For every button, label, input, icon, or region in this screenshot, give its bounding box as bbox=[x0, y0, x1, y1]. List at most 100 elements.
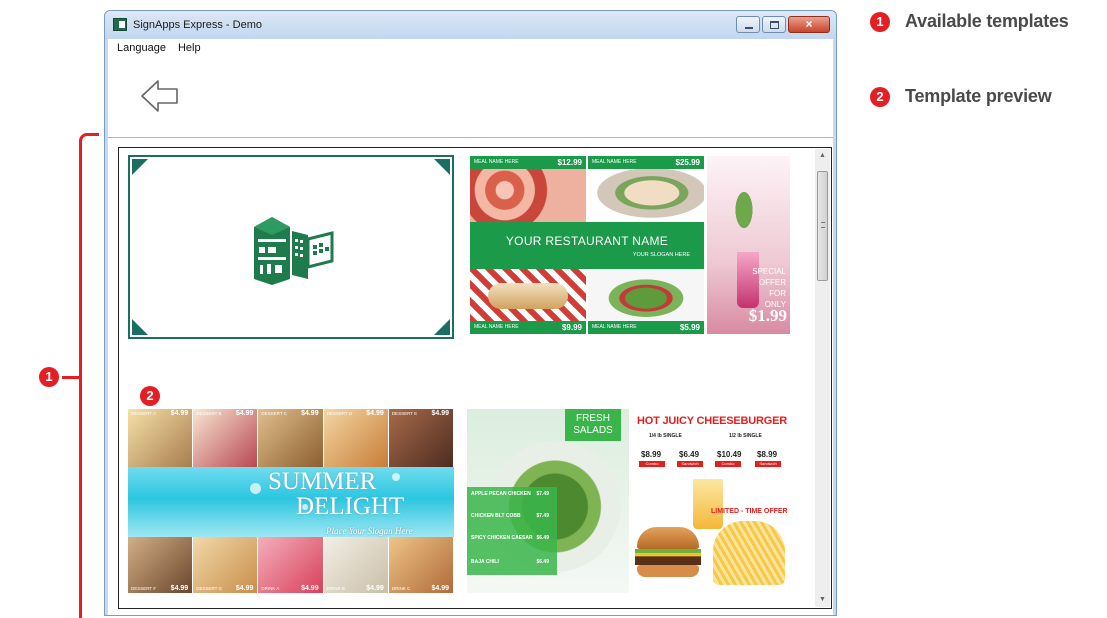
menu-language[interactable]: Language bbox=[117, 39, 166, 57]
dessert-price: $4.99 bbox=[431, 410, 450, 417]
scroll-down-icon[interactable]: ▼ bbox=[815, 593, 830, 607]
dessert-label: DRINK B bbox=[326, 586, 345, 591]
window-controls: × bbox=[736, 16, 830, 33]
juice-glass bbox=[693, 479, 723, 529]
legend-template-preview: Template preview bbox=[905, 86, 1052, 106]
burger-size: 1/4 lb SINGLE bbox=[649, 433, 682, 439]
meal-band: MEAL NAME HERE $12.99 bbox=[470, 156, 586, 169]
limited-time-offer: LIMITED - TIME OFFER bbox=[711, 508, 788, 515]
vertical-scrollbar[interactable]: ▲ ▼ bbox=[815, 149, 830, 607]
corner-mark bbox=[132, 159, 148, 175]
burger-title: HOT JUICY CHEESEBURGER bbox=[636, 415, 788, 427]
dessert-label: DRINK A bbox=[261, 586, 280, 591]
salad-menu-item: SPICY CHICKEN CAESAR $6.49 bbox=[471, 535, 549, 541]
meal-price: $12.99 bbox=[557, 158, 582, 167]
maximize-icon bbox=[770, 21, 779, 29]
close-button[interactable]: × bbox=[788, 16, 830, 33]
dessert-price: $4.99 bbox=[301, 410, 319, 417]
templates-bracket-tick bbox=[62, 376, 80, 379]
title-bar[interactable]: SignApps Express - Demo × bbox=[105, 11, 836, 39]
back-arrow-icon bbox=[141, 80, 178, 112]
maximize-button[interactable] bbox=[762, 16, 786, 33]
dessert-label: DESSERT B bbox=[196, 411, 222, 416]
food-photo-pizza bbox=[470, 169, 586, 222]
special-offer-price: $1.99 bbox=[748, 306, 787, 325]
special-offer-text: SPECIAL OFFER FOR ONLY bbox=[742, 266, 786, 310]
dessert-label: DESSERT G bbox=[196, 586, 223, 591]
corner-mark bbox=[434, 159, 450, 175]
bubble bbox=[250, 483, 261, 494]
food-photo-salad bbox=[588, 269, 704, 322]
dessert-price: $4.99 bbox=[235, 410, 254, 417]
minimize-icon bbox=[745, 27, 753, 29]
food-photo-wrap bbox=[588, 169, 704, 222]
meal-price: $9.99 bbox=[561, 323, 582, 332]
dessert-cell: DESSERT E $4.99 bbox=[388, 409, 454, 471]
templates-bracket bbox=[79, 133, 99, 618]
corner-mark bbox=[132, 319, 148, 335]
dessert-label: DESSERT E bbox=[391, 411, 418, 416]
meal-label: MEAL NAME HERE bbox=[592, 324, 637, 330]
template-summer-delight[interactable]: DESSERT A $4.99 DESSERT B $4.99 DESSERT … bbox=[128, 409, 454, 593]
offer-line: FOR bbox=[769, 289, 786, 298]
dessert-cell: DESSERT G $4.99 bbox=[193, 531, 259, 593]
dessert-price: $4.99 bbox=[170, 585, 189, 592]
salad-price: $6.49 bbox=[536, 559, 549, 565]
summer-title-line-2: DELIGHT bbox=[296, 493, 405, 520]
dessert-label: DESSERT A bbox=[131, 411, 157, 416]
template-burger-salad[interactable]: FRESH SALADS APPLE PECAN CHICKEN $7.49 C… bbox=[467, 409, 793, 593]
meal-label: MEAL NAME HERE bbox=[474, 324, 519, 330]
template-blank[interactable] bbox=[128, 155, 454, 339]
dessert-price: $4.99 bbox=[170, 410, 189, 417]
burger-price: $8.99 bbox=[641, 450, 662, 459]
salad-menu-item: CHICKEN BLT COBB $7.49 bbox=[471, 513, 549, 519]
dessert-label: DESSERT D bbox=[326, 411, 353, 416]
bracket-badge-1: 1 bbox=[39, 367, 59, 387]
restaurant-slogan: YOUR SLOGAN HERE bbox=[632, 252, 690, 258]
salad-menu-item: APPLE PECAN CHICKEN $7.49 bbox=[471, 491, 549, 497]
signapps-logo-icon bbox=[254, 217, 334, 285]
dessert-cell: DESSERT F $4.99 bbox=[128, 531, 194, 593]
burger-tag: Sandwich bbox=[677, 461, 703, 467]
scroll-thumb[interactable] bbox=[817, 171, 828, 281]
burger-price: $10.49 bbox=[717, 450, 742, 459]
salad-price: $7.49 bbox=[536, 513, 549, 519]
window-title: SignApps Express - Demo bbox=[133, 19, 262, 31]
scroll-up-icon[interactable]: ▲ bbox=[815, 149, 830, 163]
fresh-salads-box: FRESH SALADS bbox=[565, 409, 621, 441]
salad-name: APPLE PECAN CHICKEN bbox=[471, 491, 531, 497]
menu-help[interactable]: Help bbox=[178, 39, 201, 57]
burger-price: $6.49 bbox=[679, 450, 700, 459]
burger-bun-top bbox=[637, 527, 699, 549]
dessert-cell: DRINK B $4.99 bbox=[323, 531, 389, 593]
bubble bbox=[392, 473, 400, 481]
food-photo-hotdog bbox=[470, 269, 586, 322]
app-icon bbox=[113, 18, 127, 31]
salad-menu-item: BAJA CHILI $6.49 bbox=[471, 559, 549, 565]
legend-available-templates: Available templates bbox=[905, 11, 1069, 31]
meal-band: MEAL NAME HERE $25.99 bbox=[588, 156, 704, 169]
dessert-cell: DESSERT A $4.99 bbox=[128, 409, 194, 471]
dessert-cell: DRINK A $4.99 bbox=[258, 531, 324, 593]
salad-price: $6.49 bbox=[536, 535, 549, 541]
menu-bar: Language Help bbox=[108, 39, 833, 57]
meal-label: MEAL NAME HERE bbox=[474, 159, 519, 165]
template-gallery[interactable]: MEAL NAME HERE $12.99 MEAL NAME HERE $25… bbox=[118, 147, 832, 609]
meal-band: MEAL NAME HERE $5.99 bbox=[588, 321, 704, 334]
offer-line: SPECIAL bbox=[752, 267, 786, 276]
dessert-label: DESSERT F bbox=[131, 586, 157, 591]
back-button[interactable] bbox=[139, 77, 181, 115]
dessert-price: $4.99 bbox=[301, 585, 319, 592]
offer-line: OFFER bbox=[758, 278, 786, 287]
salads-label: SALADS bbox=[573, 425, 613, 436]
salad-panel: FRESH SALADS APPLE PECAN CHICKEN $7.49 C… bbox=[467, 409, 629, 593]
dessert-price: $4.99 bbox=[431, 585, 450, 592]
salad-name: CHICKEN BLT COBB bbox=[471, 513, 521, 519]
dessert-cell: DESSERT B $4.99 bbox=[193, 409, 259, 471]
scroll-grip-icon bbox=[821, 222, 825, 228]
template-restaurant[interactable]: MEAL NAME HERE $12.99 MEAL NAME HERE $25… bbox=[470, 156, 790, 334]
dessert-strip-top: DESSERT A $4.99 DESSERT B $4.99 DESSERT … bbox=[128, 409, 454, 471]
legend-badge-1: 1 bbox=[870, 12, 890, 32]
burger-patty bbox=[635, 549, 701, 565]
minimize-button[interactable] bbox=[736, 16, 760, 33]
